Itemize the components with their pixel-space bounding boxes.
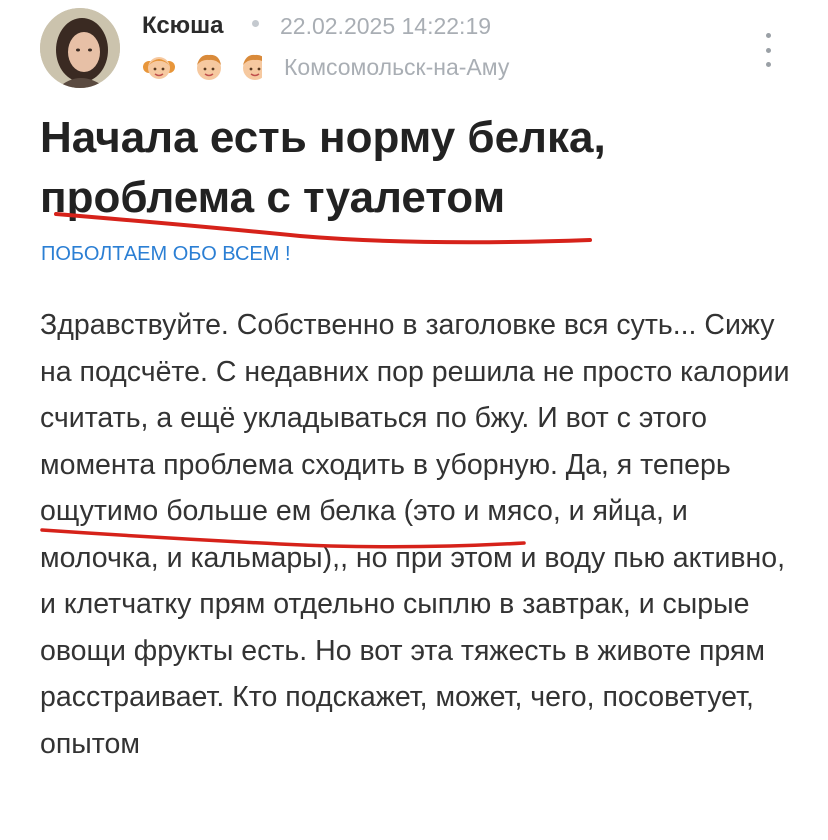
author-city: Комсомольск-на-Аму — [284, 54, 510, 80]
post-title: Начала есть норму белка, проблема с туал… — [40, 113, 606, 222]
category-link[interactable]: ПОБОЛТАЕМ ОБО ВСЕМ ! — [41, 243, 291, 266]
boy-face-icon — [192, 50, 226, 84]
avatar-photo — [40, 8, 120, 88]
girl-face-icon — [142, 50, 176, 84]
boy-face-icon — [238, 50, 262, 84]
post-body: Здравствуйте. Собственно в заголовке вся… — [40, 309, 790, 760]
meta-separator — [252, 20, 259, 27]
author-avatar[interactable] — [40, 8, 120, 88]
post-date: 22.02.2025 14:22:19 — [280, 13, 492, 39]
more-vertical-icon[interactable] — [754, 30, 782, 70]
author-name[interactable]: Ксюша — [142, 12, 224, 40]
